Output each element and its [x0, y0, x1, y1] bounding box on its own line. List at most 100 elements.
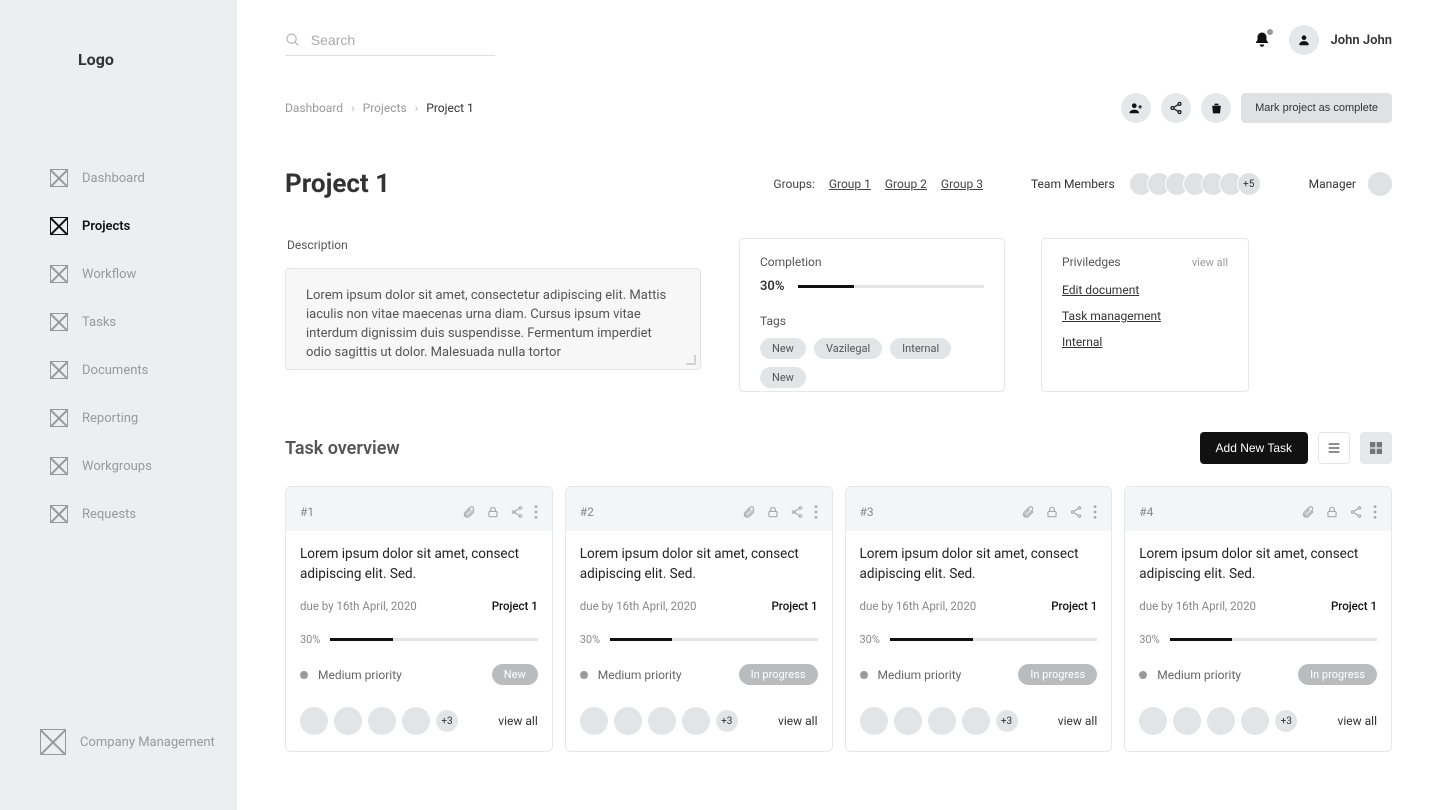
status-badge: In progress — [1298, 664, 1377, 685]
delete-button[interactable] — [1201, 93, 1231, 123]
more-button[interactable] — [1093, 505, 1097, 519]
avatar — [928, 707, 956, 735]
task-view-all[interactable]: view all — [1058, 714, 1097, 728]
task-card[interactable]: #4Lorem ipsum dolor sit amet, consect ad… — [1124, 486, 1392, 752]
privileges-label: Priviledges — [1062, 255, 1121, 269]
sidebar-item-company-management[interactable]: Company Management — [0, 714, 237, 770]
share-button[interactable] — [1069, 505, 1083, 519]
privileges-view-all[interactable]: view all — [1192, 256, 1228, 269]
list-view-button[interactable] — [1318, 432, 1350, 464]
avatar — [648, 707, 676, 735]
sidebar-item-reporting[interactable]: Reporting — [0, 394, 237, 442]
attachment-button[interactable] — [462, 505, 476, 519]
logo: Logo — [0, 50, 237, 74]
group-link[interactable]: Group 3 — [941, 177, 983, 191]
task-priority-row: Medium priorityNew — [300, 664, 538, 685]
attachment-button[interactable] — [1021, 505, 1035, 519]
progress-fill — [1170, 638, 1232, 641]
tag[interactable]: New — [760, 367, 806, 388]
share-button[interactable] — [1349, 505, 1363, 519]
progress-bar — [1170, 638, 1377, 641]
privilege-link[interactable]: Task management — [1062, 309, 1228, 323]
tag[interactable]: Internal — [890, 338, 951, 359]
avatar-more[interactable]: +3 — [716, 710, 738, 732]
more-button[interactable] — [534, 505, 538, 519]
resize-handle-icon[interactable] — [686, 355, 696, 365]
avatar-more[interactable]: +5 — [1237, 172, 1261, 196]
sidebar-item-tasks[interactable]: Tasks — [0, 298, 237, 346]
avatar — [1173, 707, 1201, 735]
completion-label: Completion — [760, 255, 984, 269]
search-input[interactable] — [311, 32, 495, 48]
group-link[interactable]: Group 2 — [885, 177, 927, 191]
lock-button[interactable] — [1325, 505, 1339, 519]
grid-view-button[interactable] — [1360, 432, 1392, 464]
task-card[interactable]: #1Lorem ipsum dolor sit amet, consect ad… — [285, 486, 553, 752]
breadcrumb-item[interactable]: Dashboard — [285, 101, 343, 115]
share-icon — [1069, 505, 1083, 519]
task-avatars: +3 — [580, 707, 738, 735]
add-task-button[interactable]: Add New Task — [1200, 432, 1308, 464]
add-member-button[interactable] — [1121, 93, 1151, 123]
task-priority: Medium priority — [1157, 668, 1241, 682]
more-button[interactable] — [814, 505, 818, 519]
priority-dot-icon — [860, 671, 868, 679]
sidebar-item-label: Dashboard — [82, 171, 145, 186]
description-text[interactable]: Lorem ipsum dolor sit amet, consectetur … — [285, 268, 701, 370]
task-view-all[interactable]: view all — [498, 714, 537, 728]
avatar — [1241, 707, 1269, 735]
avatar-more[interactable]: +3 — [436, 710, 458, 732]
sidebar-item-workflow[interactable]: Workflow — [0, 250, 237, 298]
progress-bar — [798, 285, 984, 288]
task-card-footer: +3 view all — [860, 707, 1098, 735]
avatar — [334, 707, 362, 735]
lock-button[interactable] — [486, 505, 500, 519]
description-section: Description Lorem ipsum dolor sit amet, … — [285, 238, 703, 370]
sidebar-item-label: Reporting — [82, 411, 138, 426]
privilege-link[interactable]: Internal — [1062, 335, 1228, 349]
breadcrumb: Dashboard › Projects › Project 1 — [285, 101, 474, 115]
task-card[interactable]: #2Lorem ipsum dolor sit amet, consect ad… — [565, 486, 833, 752]
info-row: Description Lorem ipsum dolor sit amet, … — [285, 238, 1392, 392]
task-progress-row: 30% — [580, 633, 818, 646]
task-id: #1 — [300, 505, 314, 519]
tag[interactable]: New — [760, 338, 806, 359]
task-card[interactable]: #3Lorem ipsum dolor sit amet, consect ad… — [845, 486, 1113, 752]
avatar-more[interactable]: +3 — [1275, 710, 1297, 732]
attachment-icon — [1021, 505, 1035, 519]
attachment-button[interactable] — [1301, 505, 1315, 519]
sidebar-item-label: Company Management — [80, 735, 215, 750]
sidebar-item-requests[interactable]: Requests — [0, 490, 237, 538]
task-project: Project 1 — [1331, 599, 1377, 613]
share-button[interactable] — [1161, 93, 1191, 123]
group-link[interactable]: Group 1 — [829, 177, 871, 191]
user-menu[interactable]: John John — [1289, 25, 1392, 55]
share-button[interactable] — [510, 505, 524, 519]
attachment-button[interactable] — [742, 505, 756, 519]
sidebar-item-projects[interactable]: Projects — [0, 202, 237, 250]
placeholder-icon — [50, 409, 68, 427]
share-button[interactable] — [790, 505, 804, 519]
mark-complete-button[interactable]: Mark project as complete — [1241, 93, 1392, 123]
task-percent: 30% — [300, 633, 320, 646]
search-icon — [285, 31, 301, 49]
sidebar-item-dashboard[interactable]: Dashboard — [0, 154, 237, 202]
sidebar-item-documents[interactable]: Documents — [0, 346, 237, 394]
sidebar-item-workgroups[interactable]: Workgroups — [0, 442, 237, 490]
task-title: Lorem ipsum dolor sit amet, consect adip… — [580, 545, 818, 585]
task-view-all[interactable]: view all — [778, 714, 817, 728]
lock-button[interactable] — [1045, 505, 1059, 519]
lock-button[interactable] — [766, 505, 780, 519]
task-due-row: due by 16th April, 2020Project 1 — [300, 599, 538, 613]
avatar-more[interactable]: +3 — [996, 710, 1018, 732]
tag[interactable]: Vazilegal — [814, 338, 882, 359]
task-view-all[interactable]: view all — [1338, 714, 1377, 728]
breadcrumb-item[interactable]: Projects — [363, 101, 407, 115]
lock-icon — [1325, 505, 1339, 519]
notifications-button[interactable] — [1253, 31, 1271, 49]
task-project: Project 1 — [492, 599, 538, 613]
more-icon — [1373, 505, 1377, 519]
more-button[interactable] — [1373, 505, 1377, 519]
placeholder-icon — [50, 169, 68, 187]
privilege-link[interactable]: Edit document — [1062, 283, 1228, 297]
